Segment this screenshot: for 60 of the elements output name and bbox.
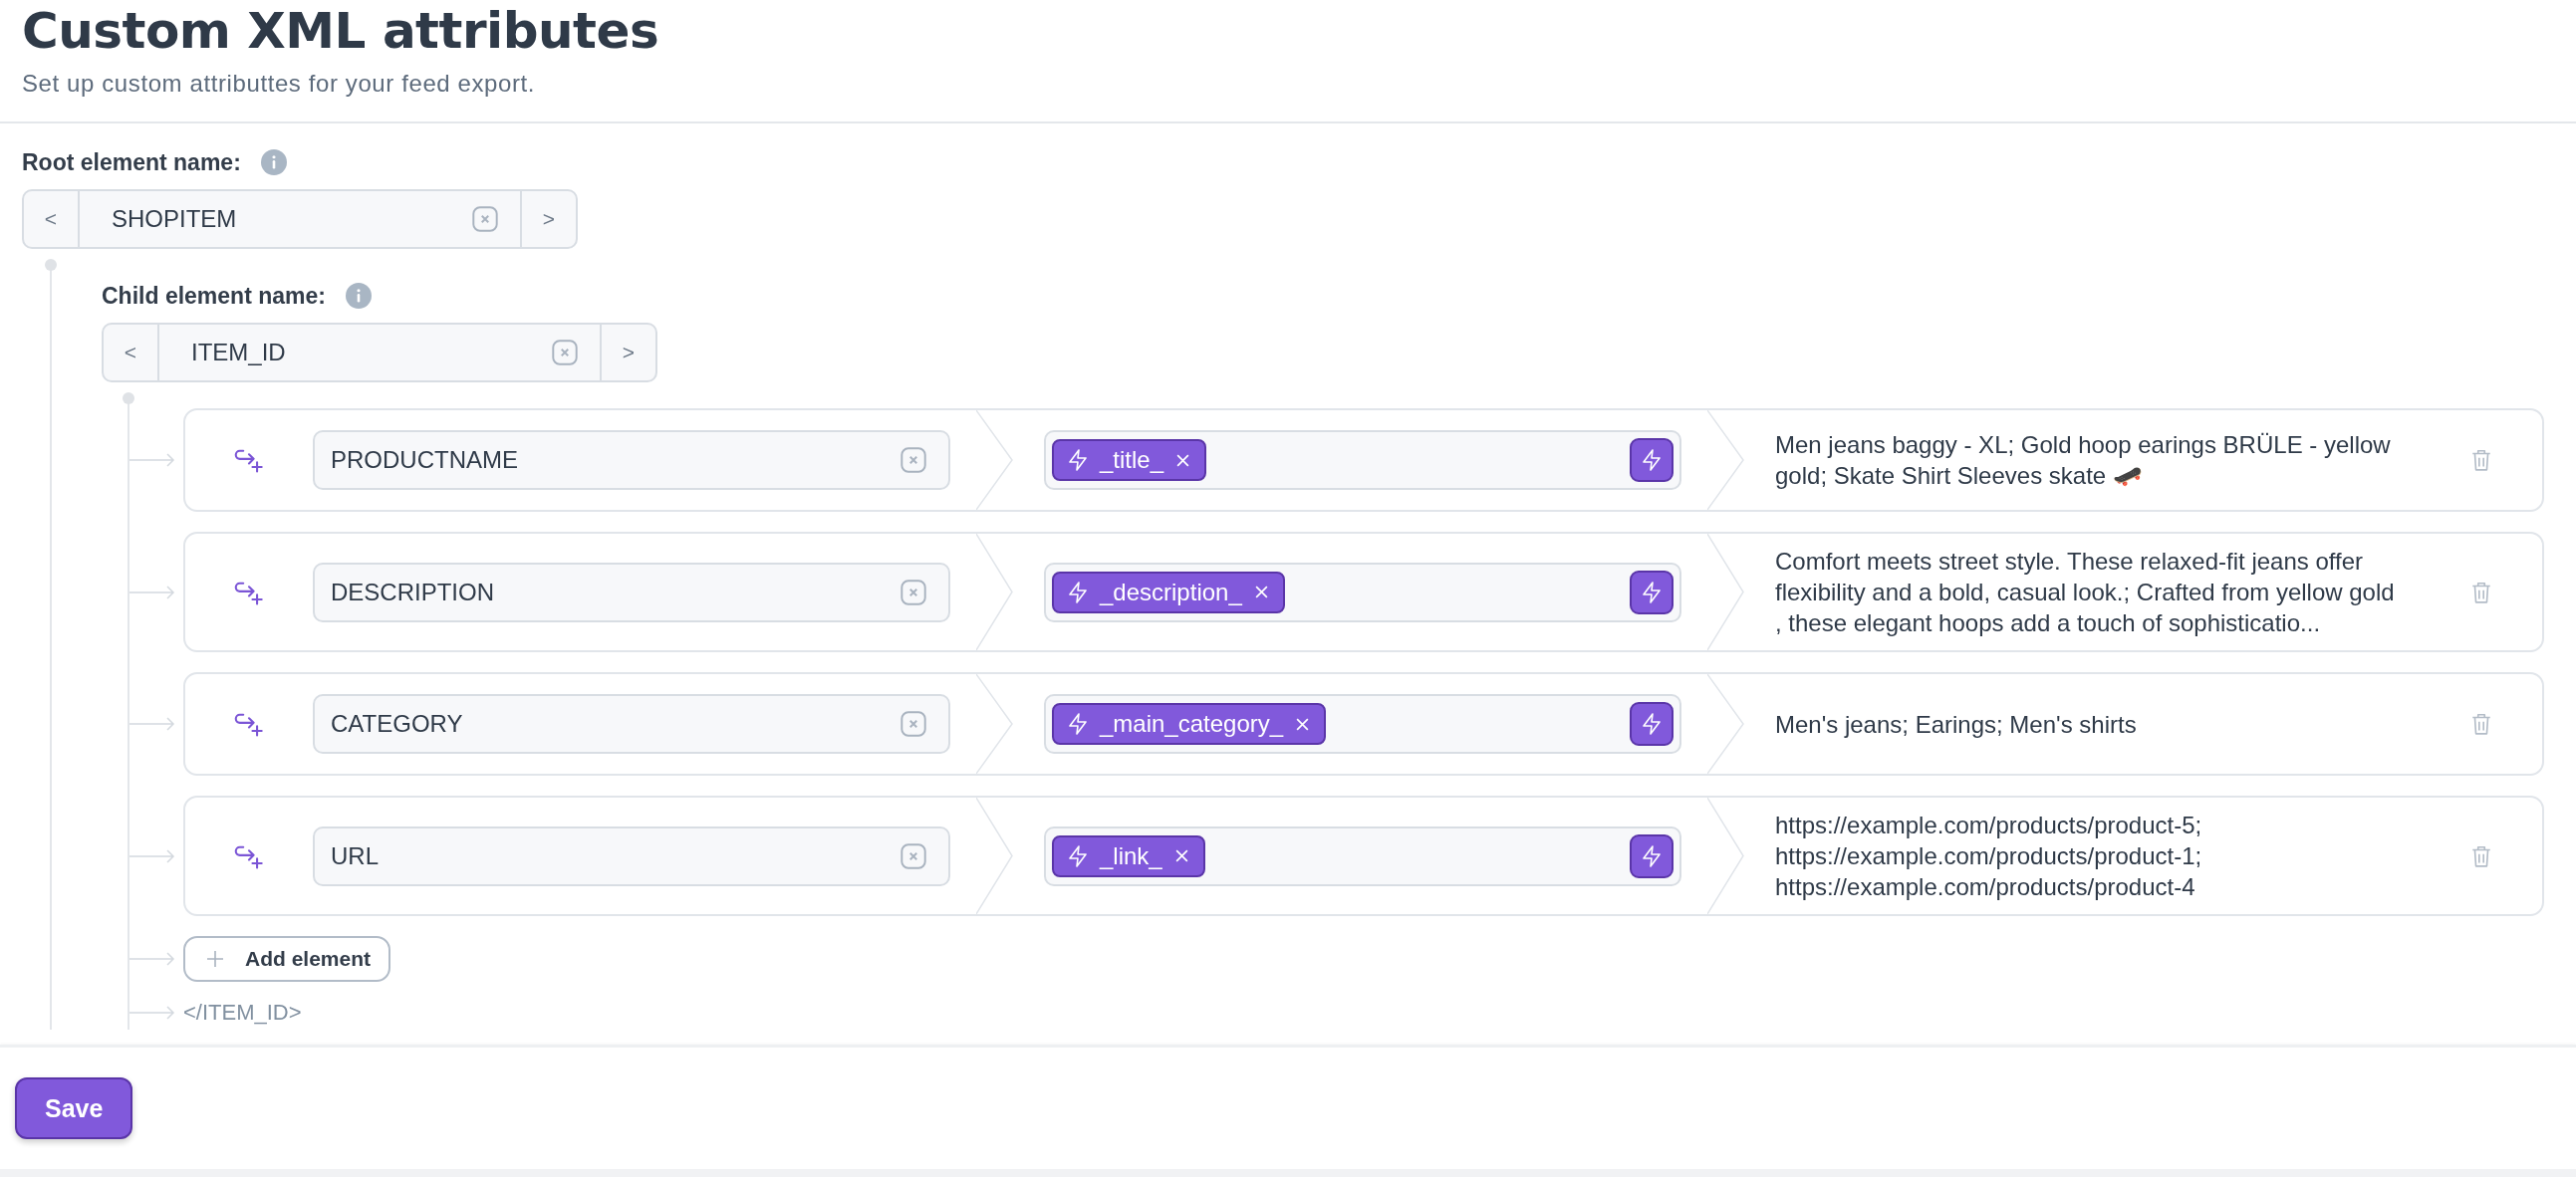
attribute-name-field[interactable]: CATEGORY <box>313 694 950 754</box>
variable-chip[interactable]: _description_ <box>1052 571 1285 613</box>
close-icon[interactable] <box>1253 585 1269 599</box>
child-element-label: Child element name: <box>102 282 326 310</box>
close-icon[interactable] <box>1175 452 1191 468</box>
connector-arrow <box>129 717 175 731</box>
variable-name: _main_category_ <box>1100 710 1284 738</box>
attribute-name-field[interactable]: URL <box>313 825 950 886</box>
previous-button[interactable]: < <box>104 325 159 380</box>
attribute-name-field[interactable]: PRODUCTNAME <box>313 430 950 490</box>
root-name-control[interactable]: < SHOPITEM > <box>22 189 578 249</box>
variable-chip[interactable]: _title_ <box>1052 439 1207 481</box>
variable-name: _title_ <box>1100 446 1164 474</box>
page-title: Custom XML attributes <box>22 1 660 60</box>
value-token-field[interactable]: _description_ <box>1044 562 1681 622</box>
child-name-value: ITEM_ID <box>190 339 287 366</box>
page-subtitle: Set up custom attributtes for your feed export. <box>22 70 537 98</box>
child-name-control[interactable]: < ITEM_ID > <box>102 323 657 382</box>
lightning-icon <box>1068 449 1088 471</box>
insert-variable-button[interactable] <box>1630 438 1674 482</box>
preview-text: https://example.com/products/product-5; https://example.com/products/product-1; https://example.com/products/product-4 <box>1775 811 2203 902</box>
attribute-name-field[interactable]: DESCRIPTION <box>313 562 950 622</box>
preview-text: Men's jeans; Earings; Men's shirts <box>1775 709 2138 740</box>
lightning-icon <box>1068 581 1088 603</box>
close-icon[interactable] <box>1295 716 1311 732</box>
connector-arrow <box>129 848 175 863</box>
next-button[interactable]: > <box>600 325 655 380</box>
variable-name: _description_ <box>1100 578 1242 606</box>
connector-arrow <box>129 585 175 599</box>
plus-icon <box>205 949 225 969</box>
value-token-field[interactable]: _main_category_ <box>1044 694 1681 754</box>
root-element-label: Root element name: <box>22 148 241 176</box>
insert-variable-button[interactable] <box>1630 702 1674 746</box>
connector-arrow <box>129 453 175 467</box>
connector-arrow <box>129 952 175 966</box>
connector-arrow <box>129 1006 175 1020</box>
close-icon[interactable] <box>1173 848 1189 863</box>
insert-variable-button[interactable] <box>1630 570 1674 614</box>
arrow-plus-icon[interactable] <box>234 711 264 737</box>
lightning-icon <box>1642 581 1662 603</box>
arrow-plus-icon[interactable] <box>234 447 264 473</box>
variable-name: _link_ <box>1100 841 1162 870</box>
closing-tag: </ITEM_ID> <box>183 1000 302 1026</box>
variable-chip[interactable]: _link_ <box>1052 834 1205 877</box>
lightning-icon <box>1642 713 1662 735</box>
value-token-field[interactable]: _title_ <box>1044 430 1681 490</box>
previous-button[interactable]: < <box>24 191 80 247</box>
lightning-icon <box>1642 449 1662 471</box>
save-button[interactable]: Save <box>15 1077 133 1139</box>
lightning-icon <box>1642 844 1662 867</box>
lightning-icon <box>1068 713 1088 735</box>
preview-text: Men jeans baggy - XL; Gold hoop earings BRÜLE - yellow gold; Skate Shirt Sleeves skate 🛹 <box>1775 430 2392 491</box>
variable-chip[interactable]: _main_category_ <box>1052 703 1327 745</box>
preview-text: Comfort meets street style. These relaxed-fit jeans offer flexibility and a bold, casual look.; Crafted from yellow gold , these elegant hoops add a touch of sophisticatio... <box>1775 547 2396 638</box>
root-name-value: SHOPITEM <box>111 205 238 233</box>
value-token-field[interactable]: _link_ <box>1044 825 1681 886</box>
lightning-icon <box>1068 844 1088 867</box>
next-button[interactable]: > <box>520 191 576 247</box>
insert-variable-button[interactable] <box>1630 833 1674 878</box>
add-element-button[interactable]: Add element <box>183 936 391 982</box>
